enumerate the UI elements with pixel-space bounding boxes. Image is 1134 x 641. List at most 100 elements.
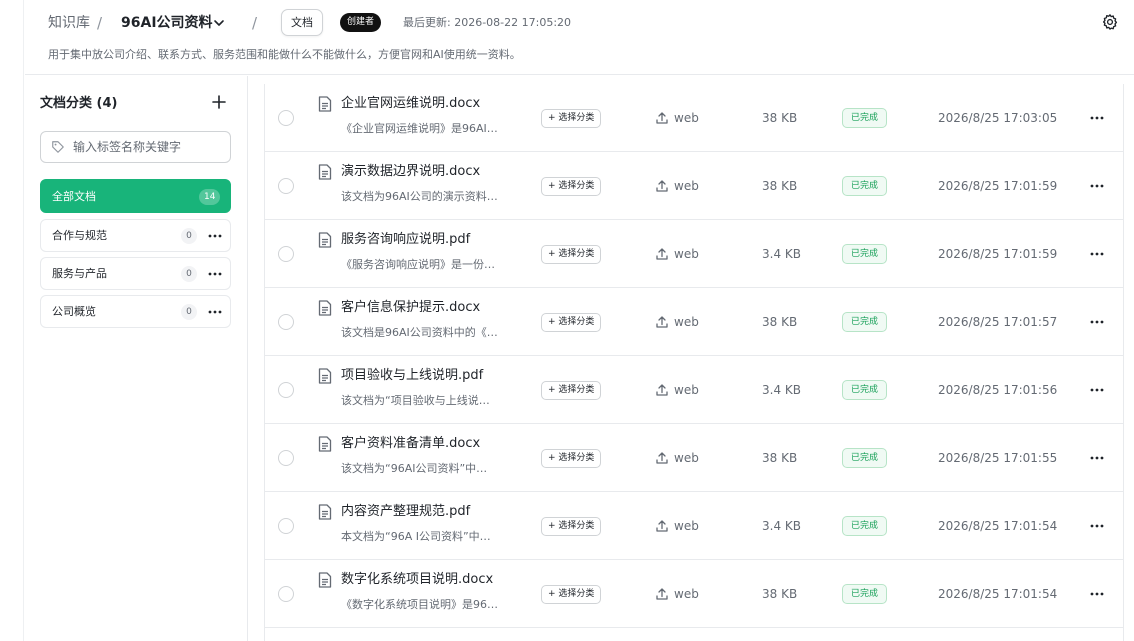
more-icon[interactable] — [1089, 246, 1105, 262]
document-row[interactable]: 客户资料准备清单.docx 该文档为“96AI公司资料”中… + 选择分类 we… — [265, 424, 1123, 492]
select-category-button[interactable]: + 选择分类 — [541, 245, 602, 264]
file-size: 3.4 KB — [762, 383, 801, 397]
document-name[interactable]: 企业官网运维说明.docx — [341, 95, 480, 113]
select-category-button[interactable]: + 选择分类 — [541, 109, 602, 128]
document-name[interactable]: 内容资产整理规范.pdf — [341, 503, 470, 521]
knowledge-base-page: 知识库 / 96AI公司资料 / 文档 创建者 最后更新: 2026-08-22… — [0, 0, 1134, 641]
document-row[interactable]: 服务咨询响应说明.pdf 《服务咨询响应说明》是一份… + 选择分类 web 3… — [265, 220, 1123, 288]
tag-icon — [52, 141, 64, 153]
more-icon[interactable] — [207, 304, 223, 320]
tag-search-input[interactable] — [73, 136, 223, 158]
row-checkbox[interactable] — [278, 586, 294, 602]
document-icon — [318, 504, 332, 520]
document-row[interactable]: 企业官网运维说明.docx 《企业官网运维说明》是96AI… + 选择分类 we… — [265, 84, 1123, 152]
document-row[interactable]: 客户信息保护提示.docx 该文档是96AI公司资料中的《… + 选择分类 we… — [265, 288, 1123, 356]
left-gutter — [0, 0, 24, 641]
upload-icon — [656, 248, 668, 260]
breadcrumb-separator: / — [97, 14, 103, 32]
document-row[interactable]: 演示数据边界说明.docx 该文档为96AI公司的演示资料… + 选择分类 we… — [265, 152, 1123, 220]
breadcrumb-root[interactable]: 知识库 — [48, 13, 90, 33]
select-category-button[interactable]: + 选择分类 — [541, 381, 602, 400]
source-label: web — [674, 111, 699, 125]
document-summary: 《服务咨询响应说明》是一份… — [341, 258, 495, 271]
tab-documents[interactable]: 文档 — [281, 9, 323, 36]
document-row[interactable]: 项目验收与上线说明.pdf 该文档为“项目验收与上线说… + 选择分类 web … — [265, 356, 1123, 424]
more-icon[interactable] — [1089, 586, 1105, 602]
document-name[interactable]: 客户资料准备清单.docx — [341, 435, 480, 453]
updated-time: 2026/8/25 17:01:54 — [938, 519, 1058, 533]
sidebar-title: 文档分类 (4) — [40, 96, 118, 111]
more-icon[interactable] — [1089, 382, 1105, 398]
kb-description: 用于集中放公司介绍、联系方式、服务范围和能做什么不能做什么，方便官网和AI使用统… — [48, 48, 521, 61]
category-label: 全部文档 — [52, 190, 96, 203]
document-name[interactable]: 项目验收与上线说明.pdf — [341, 367, 483, 385]
category-count: 0 — [181, 228, 197, 244]
document-row[interactable]: 内容资产整理规范.pdf 本文档为“96A I公司资料”中… + 选择分类 we… — [265, 492, 1123, 560]
document-name[interactable]: 客户信息保护提示.docx — [341, 299, 480, 317]
status-badge: 已完成 — [842, 380, 888, 400]
document-name[interactable]: 演示数据边界说明.docx — [341, 163, 480, 181]
source-label: web — [674, 247, 699, 261]
source-label: web — [674, 383, 699, 397]
add-category-icon[interactable] — [211, 94, 227, 110]
document-summary: 该文档为“项目验收与上线说… — [341, 394, 490, 407]
more-icon[interactable] — [1089, 110, 1105, 126]
more-icon[interactable] — [207, 266, 223, 282]
upload-icon — [656, 588, 668, 600]
breadcrumb-kb-name[interactable]: 96AI公司资料 — [121, 12, 213, 34]
select-category-button[interactable]: + 选择分类 — [541, 585, 602, 604]
category-count: 0 — [181, 266, 197, 282]
updated-time: 2026/8/25 17:01:55 — [938, 451, 1058, 465]
category-count: 0 — [181, 304, 197, 320]
row-checkbox[interactable] — [278, 450, 294, 466]
upload-icon — [656, 520, 668, 532]
breadcrumb-separator: / — [252, 14, 258, 32]
document-icon — [318, 436, 332, 452]
document-icon — [318, 232, 332, 248]
category-label: 公司概览 — [52, 305, 96, 318]
category-count: 14 — [199, 189, 221, 205]
category-item-company-overview[interactable]: 公司概览 0 — [40, 295, 231, 328]
status-badge: 已完成 — [842, 108, 888, 128]
gear-icon[interactable] — [1101, 13, 1119, 31]
updated-time: 2026/8/25 17:01:54 — [938, 587, 1058, 601]
category-label: 合作与规范 — [52, 229, 107, 242]
more-icon[interactable] — [1089, 178, 1105, 194]
document-list: 企业官网运维说明.docx 《企业官网运维说明》是96AI… + 选择分类 we… — [264, 84, 1124, 641]
more-icon[interactable] — [207, 228, 223, 244]
select-category-button[interactable]: + 选择分类 — [541, 313, 602, 332]
row-checkbox[interactable] — [278, 246, 294, 262]
source-label: web — [674, 315, 699, 329]
category-item-services[interactable]: 服务与产品 0 — [40, 257, 231, 290]
document-name[interactable]: 服务咨询响应说明.pdf — [341, 231, 470, 249]
updated-time: 2026/8/25 17:01:59 — [938, 179, 1058, 193]
updated-time: 2026/8/25 17:01:59 — [938, 247, 1058, 261]
select-category-button[interactable]: + 选择分类 — [541, 449, 602, 468]
row-checkbox[interactable] — [278, 518, 294, 534]
more-icon[interactable] — [1089, 314, 1105, 330]
more-icon[interactable] — [1089, 518, 1105, 534]
row-checkbox[interactable] — [278, 314, 294, 330]
last-updated-text: 最后更新: 2026-08-22 17:05:20 — [403, 16, 572, 29]
document-name[interactable]: 数字化系统项目说明.docx — [341, 571, 493, 589]
document-row[interactable]: 数字化系统项目说明.docx 《数字化系统项目说明》是96… + 选择分类 we… — [265, 560, 1123, 628]
status-badge: 已完成 — [842, 312, 888, 332]
select-category-button[interactable]: + 选择分类 — [541, 517, 602, 536]
category-item-cooperation[interactable]: 合作与规范 0 — [40, 219, 231, 252]
row-checkbox[interactable] — [278, 382, 294, 398]
tag-search-box — [40, 131, 231, 163]
select-category-button[interactable]: + 选择分类 — [541, 177, 602, 196]
document-summary: 该文档为“96AI公司资料”中… — [341, 462, 488, 475]
more-icon[interactable] — [1089, 450, 1105, 466]
upload-icon — [656, 112, 668, 124]
chevron-down-icon[interactable] — [213, 17, 225, 29]
source-label: web — [674, 451, 699, 465]
document-summary: 《企业官网运维说明》是96AI… — [341, 122, 498, 135]
row-checkbox[interactable] — [278, 110, 294, 126]
status-badge: 已完成 — [842, 244, 888, 264]
source-label: web — [674, 179, 699, 193]
category-item-all-documents[interactable]: 全部文档 14 — [40, 179, 231, 213]
document-row-partial — [265, 628, 1123, 641]
row-checkbox[interactable] — [278, 178, 294, 194]
updated-time: 2026/8/25 17:01:57 — [938, 315, 1058, 329]
